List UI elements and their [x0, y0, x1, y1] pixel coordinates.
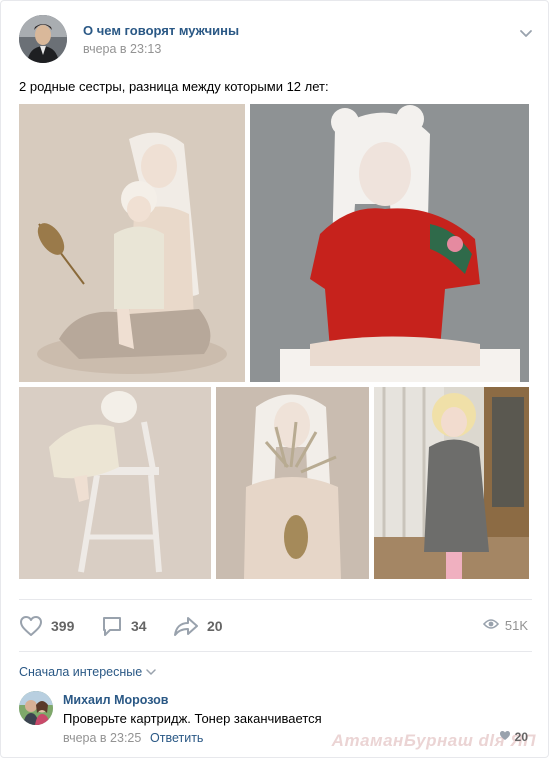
share-count: 20 — [207, 618, 223, 634]
eye-icon — [482, 618, 505, 633]
comment-icon — [101, 615, 123, 637]
comment-button[interactable]: 34 — [101, 613, 147, 639]
post-photo-5[interactable] — [374, 387, 529, 579]
like-count: 399 — [51, 618, 75, 634]
comment-count: 34 — [131, 618, 147, 634]
heart-icon — [19, 615, 43, 637]
community-avatar[interactable] — [19, 15, 67, 63]
separator — [19, 599, 532, 600]
comment-time[interactable]: вчера в 23:25 — [63, 731, 141, 745]
sort-label: Сначала интересные — [19, 665, 143, 679]
comment-like-button[interactable]: 20 — [499, 730, 528, 744]
views-count: 51K — [504, 618, 528, 633]
post-photo-2[interactable] — [250, 104, 529, 382]
post-author-link[interactable]: О чем говорят мужчины — [83, 23, 239, 38]
heart-icon — [499, 730, 515, 744]
share-icon — [173, 615, 199, 637]
chevron-down-icon — [142, 665, 156, 679]
comment-like-count: 20 — [514, 730, 528, 744]
like-button[interactable]: 399 — [19, 613, 74, 639]
post-photo-4[interactable] — [216, 387, 369, 579]
comment-text: Проверьте картридж. Тонер заканчивается — [63, 711, 322, 726]
post-time[interactable]: вчера в 23:13 — [83, 42, 161, 56]
views-counter: 51K — [482, 618, 528, 633]
comments-sort-dropdown[interactable]: Сначала интересные — [19, 665, 156, 679]
reply-link[interactable]: Ответить — [150, 731, 203, 745]
share-button[interactable]: 20 — [173, 613, 223, 639]
post-photo-3[interactable] — [19, 387, 211, 579]
post-header: О чем говорят мужчины вчера в 23:13 — [19, 15, 534, 63]
commenter-avatar[interactable] — [19, 691, 53, 725]
post-text: 2 родные сестры, разница между которыми … — [19, 79, 329, 94]
chevron-down-icon[interactable] — [518, 25, 534, 41]
post-card: О чем говорят мужчины вчера в 23:13 2 ро… — [0, 0, 549, 758]
separator — [19, 651, 532, 652]
post-photo-1[interactable] — [19, 104, 245, 382]
comment-author-link[interactable]: Михаил Морозов — [63, 693, 168, 707]
